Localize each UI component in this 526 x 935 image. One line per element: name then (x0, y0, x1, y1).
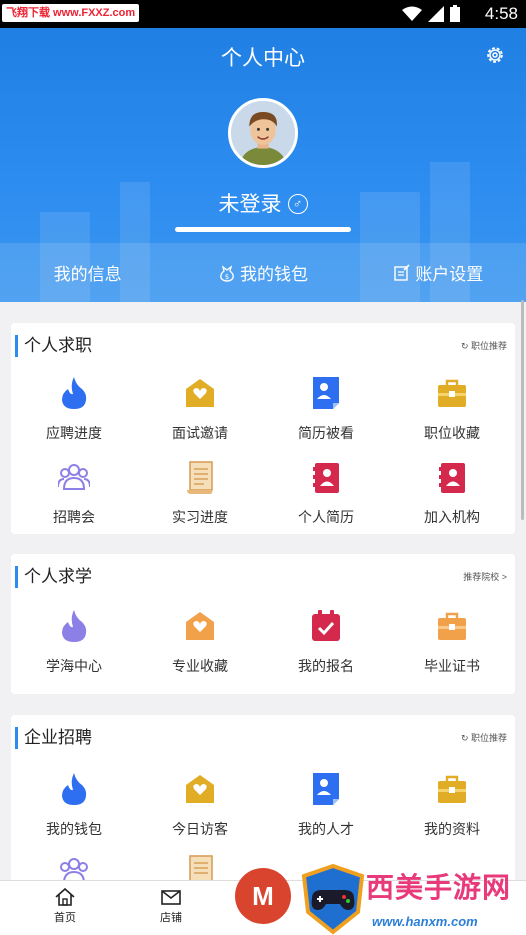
card-job-seeking: 个人求职 ↻ 职位推荐 应聘进度 面试邀请 简历被看 职位收藏 招聘会 实习进度 (11, 323, 515, 534)
watermark-title: 西美手游网 (366, 872, 512, 903)
calendar-check-icon (312, 610, 340, 641)
nav-account-settings[interactable]: 账户设置 (351, 243, 526, 302)
card-study: 个人求学 推荐院校 > 学海中心 专业收藏 我的报名 毕业证书 (11, 554, 515, 694)
grid-label: 应聘进度 (46, 425, 102, 441)
grid-label: 实习进度 (172, 509, 228, 525)
grid-item-internship-progress[interactable]: 实习进度 (137, 459, 263, 543)
grid-item-my-wallet[interactable]: 我的钱包 (11, 771, 137, 855)
tab-home[interactable]: 首页 (35, 887, 95, 925)
username: 未登录 (218, 193, 282, 216)
tab-label: 首页 (54, 912, 76, 924)
grid-item-today-visitors[interactable]: 今日访客 (137, 771, 263, 855)
heart-envelope-icon (186, 775, 214, 803)
more-link[interactable]: 推荐院校 > (463, 570, 507, 583)
grid-row: 学海中心 专业收藏 我的报名 毕业证书 (11, 608, 515, 692)
grid-label: 简历被看 (298, 425, 354, 441)
nav-label: 我的信息 (53, 265, 122, 284)
edit-icon (394, 263, 410, 281)
section-title: 企业招聘 (15, 727, 92, 749)
grid-label: 职位收藏 (424, 425, 480, 441)
grid-item-job-fair[interactable]: 招聘会 (11, 459, 137, 543)
nav-label: 我的钱包 (239, 265, 308, 284)
grid-label: 今日访客 (172, 821, 228, 837)
flame-icon (62, 377, 87, 409)
flame-icon (62, 773, 87, 805)
username-line[interactable]: 未登录 ♂ (0, 188, 526, 218)
heart-envelope-icon (186, 379, 214, 407)
grid-row: 我的钱包 今日访客 我的人才 我的资料 (11, 771, 515, 855)
briefcase-icon (438, 612, 466, 640)
grid-row: 招聘会 实习进度 个人简历 加入机构 (11, 459, 515, 543)
gear-icon[interactable] (484, 44, 506, 66)
grid-item-personal-resume[interactable]: 个人简历 (263, 459, 389, 543)
more-link[interactable]: ↻ 职位推荐 (461, 339, 507, 352)
grid-item-my-registration[interactable]: 我的报名 (263, 608, 389, 692)
gamepad-shield-icon (301, 863, 365, 935)
grid-label: 招聘会 (53, 509, 95, 525)
grid-label: 加入机构 (424, 509, 480, 525)
heart-envelope-icon (186, 612, 214, 640)
scroll-icon (187, 461, 213, 494)
grid-row: 应聘进度 面试邀请 简历被看 职位收藏 (11, 375, 515, 459)
battery-icon (450, 5, 460, 22)
flame-icon (62, 610, 87, 642)
username-underline (175, 227, 351, 232)
grid-item-interview-invite[interactable]: 面试邀请 (137, 375, 263, 459)
nav-my-wallet[interactable]: $ 我的钱包 (175, 243, 350, 302)
grid-label: 面试邀请 (172, 425, 228, 441)
resume-book-icon (313, 463, 339, 493)
status-bar: 飞翔下载 www.FXXZ.com 4:58 (0, 0, 526, 28)
more-link[interactable]: ↻ 职位推荐 (461, 731, 507, 744)
home-icon (55, 887, 75, 906)
svg-text:$: $ (225, 273, 229, 281)
tab-shop[interactable]: 店铺 (141, 887, 201, 925)
grid-item-diploma[interactable]: 毕业证书 (389, 608, 515, 692)
grid-label: 专业收藏 (172, 658, 228, 674)
grid-item-job-favorites[interactable]: 职位收藏 (389, 375, 515, 459)
status-icons (402, 5, 460, 22)
status-time: 4:58 (484, 4, 518, 23)
nav-my-info[interactable]: 我的信息 (0, 243, 175, 302)
grid-label: 我的人才 (298, 821, 354, 837)
grid-label: 我的报名 (298, 658, 354, 674)
grid-label: 我的资料 (424, 821, 480, 837)
grid-item-resume-viewed[interactable]: 简历被看 (263, 375, 389, 459)
tab-label: 店铺 (160, 912, 182, 924)
header-nav: 我的信息 $ 我的钱包 账户设置 (0, 243, 526, 302)
watermark-label: 飞翔下载 www.FXXZ.com (2, 4, 140, 22)
m-floating-button[interactable]: M (235, 868, 291, 924)
grid-item-join-organization[interactable]: 加入机构 (389, 459, 515, 543)
grid-label: 我的钱包 (46, 821, 102, 837)
profile-doc-icon (313, 377, 339, 409)
section-title: 个人求职 (15, 335, 92, 357)
male-icon: ♂ (287, 194, 308, 214)
page-title: 个人中心 (221, 47, 305, 70)
grid-label: 毕业证书 (424, 658, 480, 674)
grid-item-study-center[interactable]: 学海中心 (11, 608, 137, 692)
grid-label: 个人简历 (298, 509, 354, 525)
wallet-icon: $ (220, 264, 234, 282)
avatar-illustration (231, 101, 295, 165)
grid-item-my-profile-data[interactable]: 我的资料 (389, 771, 515, 855)
scrollbar[interactable] (521, 300, 524, 520)
watermark-url: www.hanxm.com (372, 914, 478, 929)
wifi-icon (402, 6, 422, 21)
mail-icon (161, 890, 181, 905)
section-title: 个人求学 (15, 566, 92, 588)
avatar[interactable] (228, 98, 298, 168)
grid-label: 学海中心 (46, 658, 102, 674)
resume-book-icon (439, 463, 465, 493)
nav-label: 账户设置 (415, 265, 484, 284)
bottom-watermark-badge: 西美手游网 www.hanxm.com (298, 862, 522, 935)
briefcase-icon (438, 379, 466, 407)
profile-header: 个人中心 未登录 ♂ 我的信息 $ 我的钱包 账户设置 (0, 28, 526, 302)
briefcase-icon (438, 775, 466, 803)
grid-item-major-favorites[interactable]: 专业收藏 (137, 608, 263, 692)
group-icon (58, 464, 90, 490)
profile-doc-icon (313, 773, 339, 805)
signal-icon (428, 5, 444, 22)
grid-item-application-progress[interactable]: 应聘进度 (11, 375, 137, 459)
grid-item-my-talents[interactable]: 我的人才 (263, 771, 389, 855)
